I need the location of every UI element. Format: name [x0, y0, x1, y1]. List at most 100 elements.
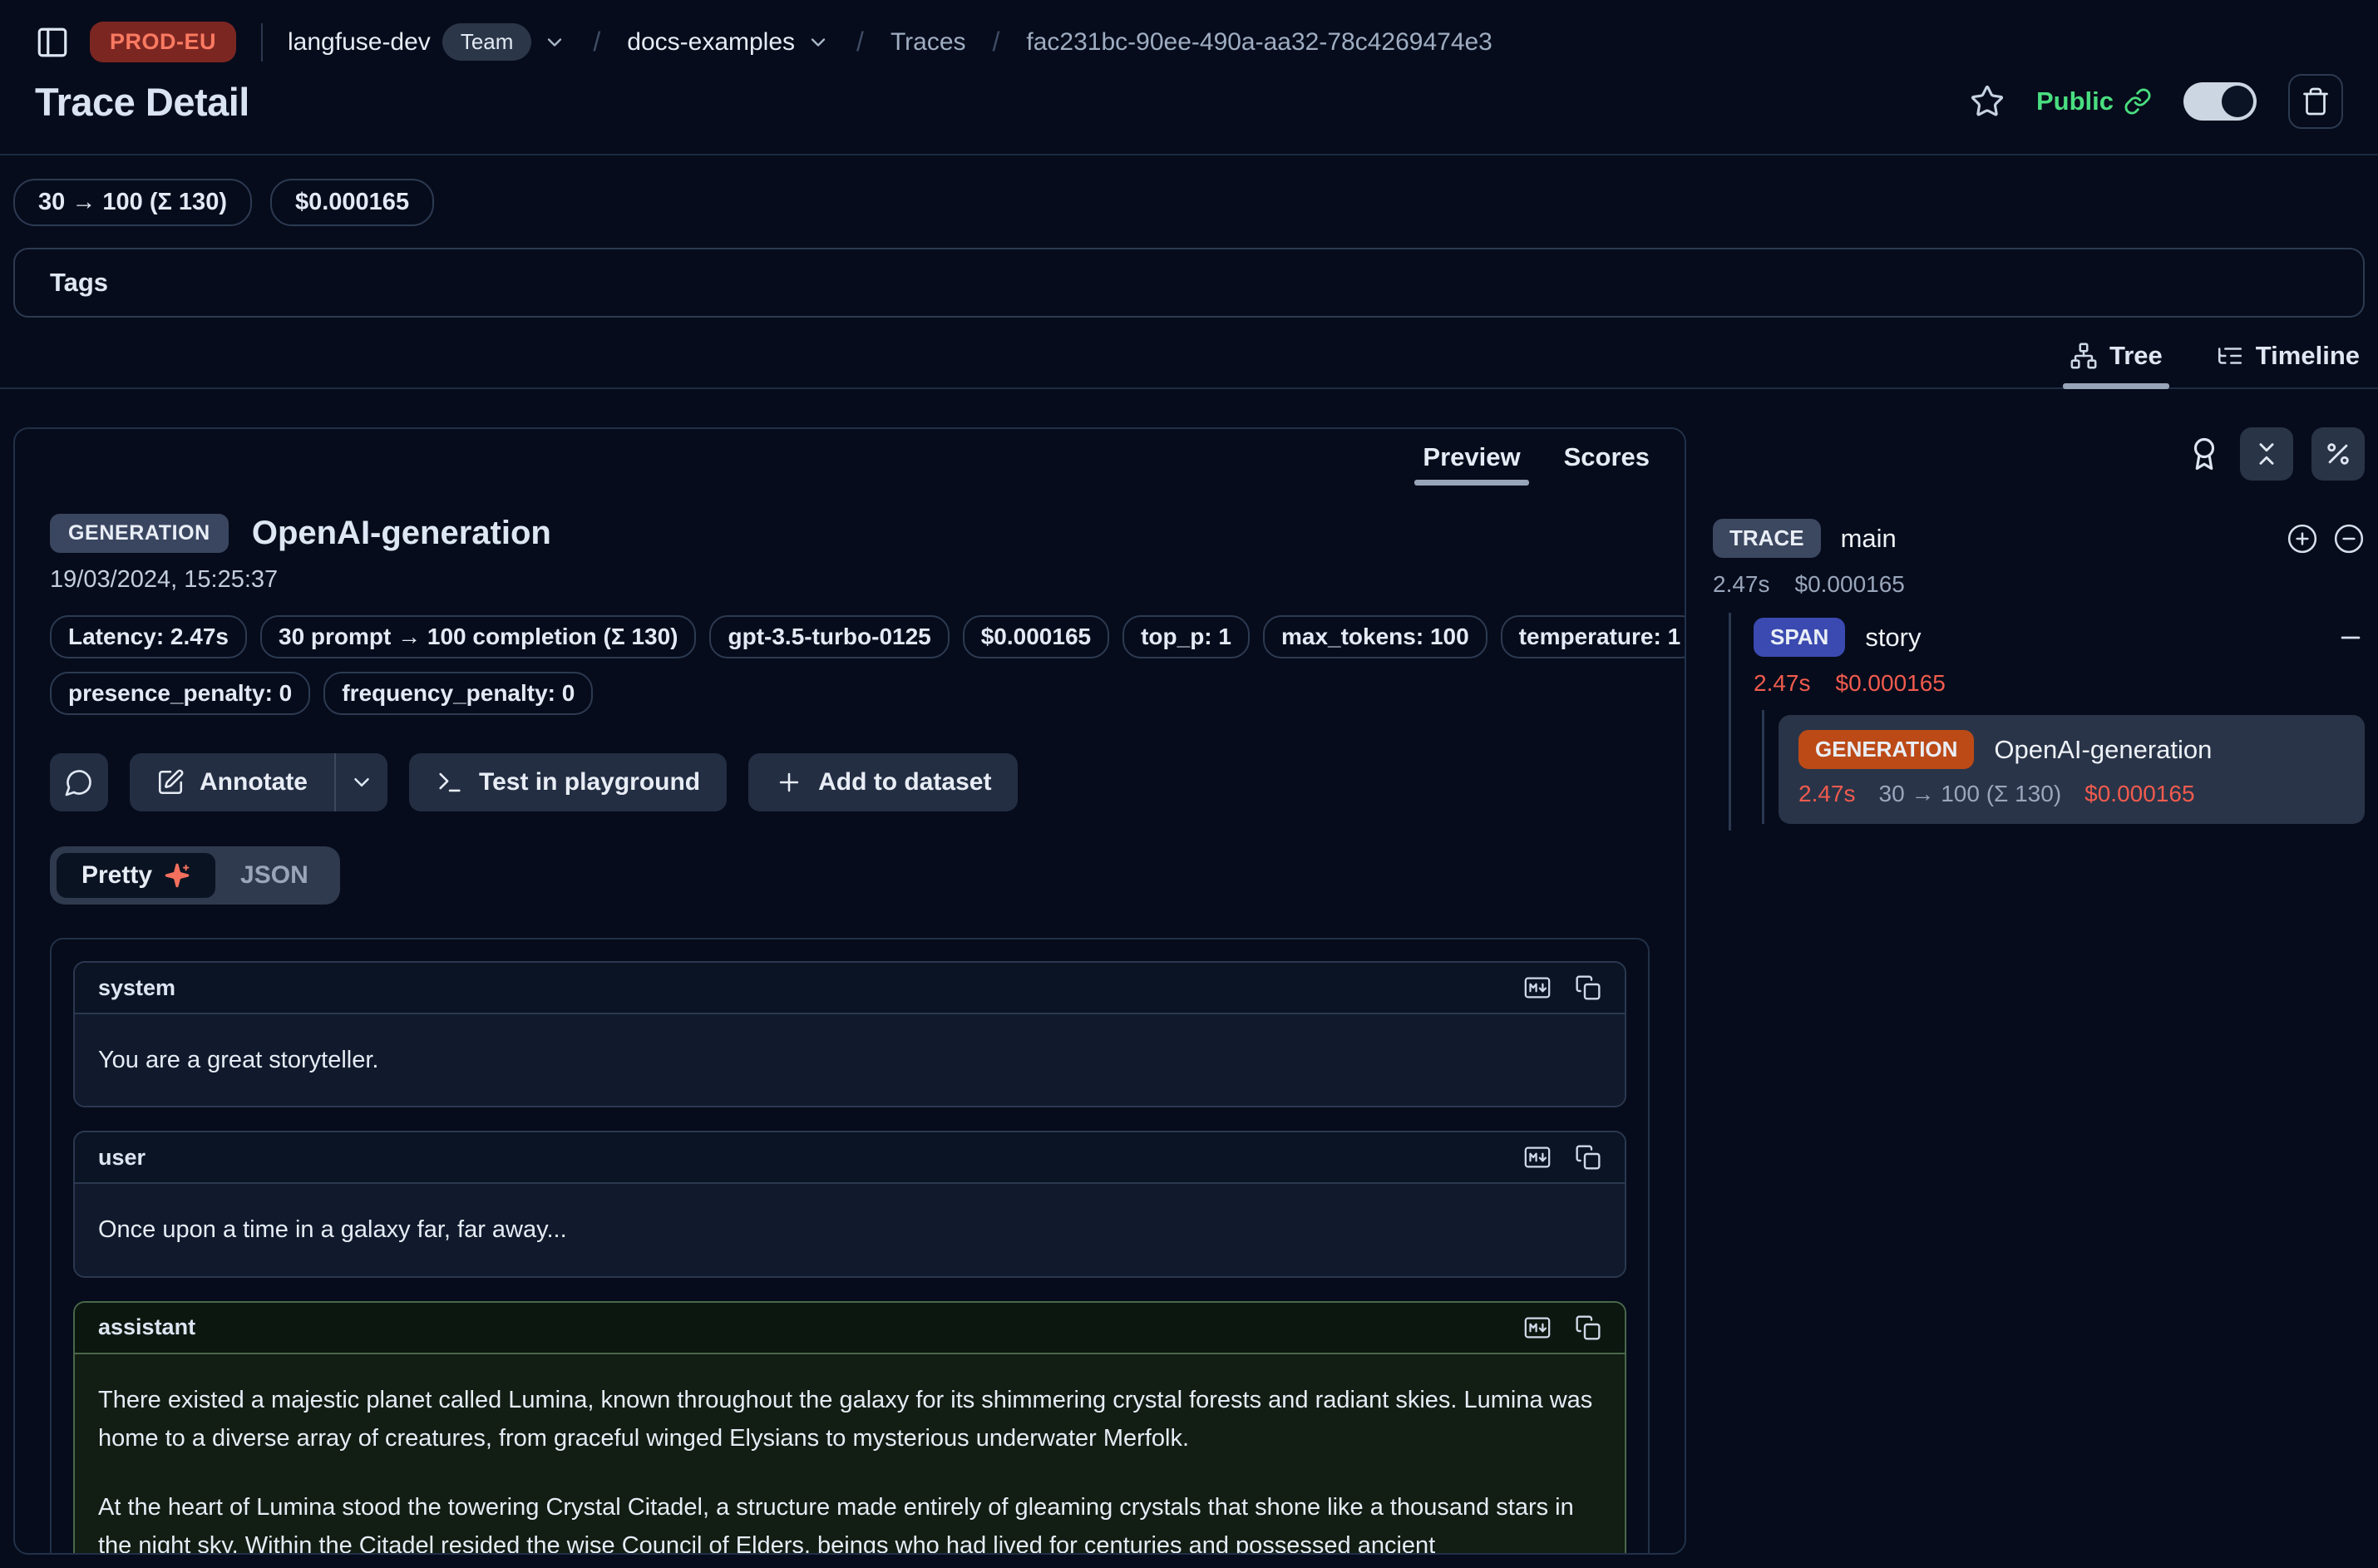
trace-type-badge: TRACE	[1713, 519, 1821, 558]
markdown-toggle-icon[interactable]	[1523, 1143, 1552, 1171]
tags-box[interactable]: Tags	[13, 248, 2365, 318]
annotate-dropdown-button[interactable]	[334, 753, 387, 811]
tab-tree[interactable]: Tree	[2070, 341, 2163, 387]
message-user: user Once upon a time in a galaxy far, f…	[73, 1131, 1626, 1277]
breadcrumb-separator	[261, 23, 263, 62]
annotate-split-button: Annotate	[130, 753, 387, 811]
breadcrumb-slash: /	[586, 27, 607, 57]
chevron-down-icon	[807, 31, 830, 54]
copy-icon[interactable]	[1575, 974, 1601, 1002]
span-children: GENERATION OpenAI-generation 2.47s 30 → …	[1762, 710, 2365, 824]
message-content: There existed a majestic planet called L…	[75, 1354, 1625, 1555]
tab-preview[interactable]: Preview	[1423, 442, 1520, 486]
tree-node-generation-selected[interactable]: GENERATION OpenAI-generation 2.47s 30 → …	[1779, 715, 2365, 824]
plus-icon	[775, 768, 803, 796]
generation-latency: 2.47s	[1798, 781, 1856, 807]
span-latency: 2.47s	[1754, 670, 1811, 697]
generation-cost: $0.000165	[2084, 781, 2194, 807]
timeline-icon	[2216, 342, 2244, 370]
terminal-icon	[436, 768, 464, 796]
observation-type-badge: GENERATION	[50, 514, 229, 553]
delete-trace-button[interactable]	[2288, 74, 2343, 129]
award-icon[interactable]	[2187, 436, 2222, 471]
edit-icon	[156, 768, 185, 796]
span-name: story	[1865, 623, 1921, 653]
max-tokens-pill: max_tokens: 100	[1263, 615, 1487, 658]
markdown-toggle-icon[interactable]	[1523, 1314, 1552, 1342]
temperature-pill: temperature: 1	[1501, 615, 1686, 658]
observation-params-row-2: presence_penalty: 0 frequency_penalty: 0	[50, 672, 1650, 715]
tree-controls	[1713, 427, 2365, 481]
trace-metrics: 2.47s $0.000165	[1713, 571, 2365, 598]
team-badge: Team	[442, 23, 532, 61]
add-to-dataset-button[interactable]: Add to dataset	[748, 753, 1018, 811]
percent-metrics-button[interactable]	[2311, 427, 2365, 481]
comment-button[interactable]	[50, 753, 108, 811]
trace-children: SPAN story 2.47s $0.000165	[1729, 613, 2365, 831]
token-pill: 30 prompt → 100 completion (Σ 130)	[260, 615, 696, 658]
breadcrumb-project[interactable]: langfuse-dev Team	[288, 23, 566, 61]
breadcrumb-folder[interactable]: docs-examples	[627, 28, 830, 57]
message-role: assistant	[98, 1314, 195, 1340]
tree-node-span[interactable]: SPAN story 2.47s $0.000165	[1754, 618, 2365, 697]
model-pill: gpt-3.5-turbo-0125	[709, 615, 949, 658]
top-bar: PROD-EU langfuse-dev Team / docs-example…	[0, 0, 2378, 67]
pretty-toggle[interactable]: Pretty	[57, 853, 215, 898]
tree-node-trace[interactable]: TRACE main 2.47s $0.000165	[1713, 519, 2365, 598]
page-title: Trace Detail	[35, 79, 249, 125]
tab-timeline[interactable]: Timeline	[2216, 341, 2360, 387]
markdown-toggle-icon[interactable]	[1523, 974, 1552, 1002]
observation-timestamp: 19/03/2024, 15:25:37	[50, 566, 1650, 594]
message-content: Once upon a time in a galaxy far, far aw…	[75, 1184, 1625, 1275]
latency-pill: Latency: 2.47s	[50, 615, 247, 658]
breadcrumb-traces[interactable]: Traces	[891, 28, 966, 57]
environment-badge[interactable]: PROD-EU	[90, 22, 236, 62]
link-icon	[2124, 87, 2152, 116]
top-p-pill: top_p: 1	[1122, 615, 1250, 658]
copy-icon[interactable]	[1575, 1314, 1601, 1342]
collapse-all-button[interactable]	[2240, 427, 2293, 481]
messages-container: system You are a great storyteller. user	[50, 938, 1650, 1555]
copy-icon[interactable]	[1575, 1143, 1601, 1171]
collapse-node-icon[interactable]	[2336, 624, 2365, 652]
breadcrumb-trace-id: fac231bc-90ee-490a-aa32-78c4269474e3	[1026, 28, 1492, 57]
content-area: Preview Scores GENERATION OpenAI-generat…	[0, 427, 2378, 1555]
format-toggle: Pretty JSON	[50, 846, 340, 905]
generation-tokens: 30 → 100 (Σ 130)	[1879, 781, 2062, 807]
generation-metrics: 2.47s 30 → 100 (Σ 130) $0.000165	[1798, 781, 2345, 807]
tree-icon	[2070, 342, 2098, 370]
toggle-knob	[2222, 86, 2253, 117]
breadcrumb-slash: /	[986, 27, 1007, 57]
token-usage-badge: 30 → 100 (Σ 130)	[13, 179, 252, 226]
message-content: You are a great storyteller.	[75, 1014, 1625, 1106]
sidebar-toggle-icon[interactable]	[35, 25, 70, 60]
json-toggle[interactable]: JSON	[215, 853, 333, 898]
sparkles-icon	[164, 862, 190, 889]
star-icon[interactable]	[1970, 84, 2005, 119]
zoom-out-icon[interactable]	[2333, 523, 2365, 555]
message-system: system You are a great storyteller.	[73, 961, 1626, 1107]
span-cost: $0.000165	[1836, 670, 1946, 697]
trace-tree-panel: TRACE main 2.47s $0.000165	[1713, 427, 2365, 1555]
span-metrics: 2.47s $0.000165	[1754, 670, 2365, 697]
tags-label: Tags	[50, 268, 108, 297]
generation-name: OpenAI-generation	[1994, 735, 2212, 765]
action-buttons: Annotate Test in playground	[50, 753, 1650, 811]
view-tabs: Tree Timeline	[0, 318, 2378, 389]
public-toggle[interactable]	[2183, 82, 2257, 121]
frequency-penalty-pill: frequency_penalty: 0	[323, 672, 593, 715]
tab-scores[interactable]: Scores	[1564, 442, 1650, 486]
annotate-button[interactable]: Annotate	[130, 753, 334, 811]
trace-latency: 2.47s	[1713, 571, 1770, 598]
trace-cost: $0.000165	[1795, 571, 1905, 598]
page-header: Trace Detail Public	[0, 67, 2378, 154]
trace-name: main	[1841, 524, 1897, 554]
trace-summary: 30 → 100 (Σ 130) $0.000165	[0, 155, 2378, 226]
zoom-in-icon[interactable]	[2287, 523, 2318, 555]
public-share-link[interactable]: Public	[2036, 86, 2152, 116]
message-role: system	[98, 975, 175, 1001]
test-in-playground-button[interactable]: Test in playground	[409, 753, 727, 811]
presence-penalty-pill: presence_penalty: 0	[50, 672, 310, 715]
span-type-badge: SPAN	[1754, 618, 1845, 657]
observation-panel: Preview Scores GENERATION OpenAI-generat…	[13, 427, 1686, 1555]
